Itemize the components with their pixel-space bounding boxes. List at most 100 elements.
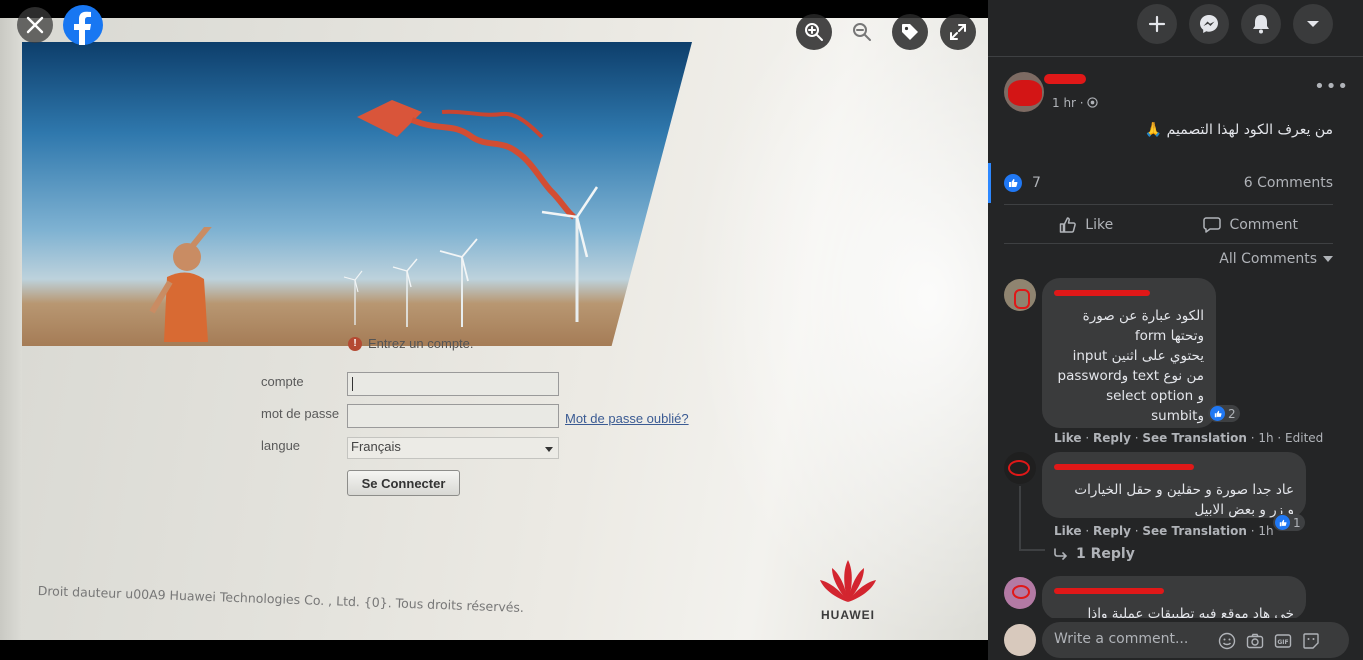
- forgot-password-link[interactable]: Mot de passe oublié?: [565, 411, 689, 426]
- author-name-redacted[interactable]: [1044, 74, 1086, 84]
- language-value: Français: [351, 439, 401, 454]
- reaction-summary[interactable]: 7: [1004, 174, 1041, 192]
- comment-line: و زر و بعض الابيل: [1194, 502, 1294, 518]
- commenter-avatar[interactable]: [1004, 452, 1036, 484]
- my-avatar[interactable]: [1004, 624, 1036, 656]
- comment-reactions[interactable]: 2: [1208, 405, 1240, 422]
- more-options-icon[interactable]: •••: [1314, 76, 1349, 97]
- comment-like-link[interactable]: Like: [1054, 431, 1082, 445]
- comment-label: Comment: [1229, 217, 1299, 233]
- comment-reply-link[interactable]: Reply: [1093, 431, 1131, 445]
- comment-reactions[interactable]: 1: [1273, 514, 1305, 531]
- like-label: Like: [1085, 217, 1114, 233]
- reply-arrow-icon: [1054, 548, 1068, 560]
- like-reaction-icon: [1004, 174, 1022, 192]
- close-icon: [26, 16, 44, 34]
- see-translation-link[interactable]: See Translation: [1142, 524, 1247, 538]
- thread-line: [1019, 486, 1021, 550]
- error-text: Entrez un compte.: [368, 336, 474, 351]
- comment-line: يحتوي على اثنين input: [1072, 348, 1204, 364]
- chevron-down-icon: [545, 447, 553, 452]
- comment-input-placeholder: Write a comment...: [1054, 631, 1189, 647]
- audience-globe-icon: [1087, 97, 1099, 108]
- emoji-icon[interactable]: [1218, 632, 1236, 650]
- fullscreen-button[interactable]: [940, 14, 976, 50]
- thumbs-up-icon: [1279, 519, 1287, 526]
- post-time[interactable]: 1 hr ·: [1052, 96, 1099, 110]
- commenter-name-redacted[interactable]: [1054, 290, 1204, 306]
- focus-indicator: [988, 163, 991, 203]
- tag-icon: [902, 24, 918, 40]
- like-icon: [1060, 217, 1077, 233]
- huawei-wordmark: HUAWEI: [821, 608, 875, 622]
- thumbs-up-icon: [1214, 410, 1222, 417]
- thread-connector: [1019, 549, 1045, 551]
- account-label: compte: [261, 374, 304, 389]
- comment-line: الكود عبارة عن صورة: [1082, 308, 1204, 324]
- plus-icon: [1148, 15, 1166, 33]
- post-text: من يعرف الكود لهذا التصميم 🙏: [1144, 122, 1333, 138]
- comment-line: و select option: [1106, 388, 1204, 404]
- password-field[interactable]: [347, 404, 559, 428]
- see-translation-link[interactable]: See Translation: [1142, 431, 1247, 445]
- commenter-avatar[interactable]: [1004, 279, 1036, 311]
- create-button[interactable]: [1137, 4, 1177, 44]
- sticker-icon[interactable]: [1302, 632, 1320, 650]
- header-actions: [1137, 4, 1333, 44]
- redaction-mark: [1008, 80, 1042, 106]
- comment-time[interactable]: 1h: [1258, 431, 1273, 445]
- photo[interactable]: ! Entrez un compte. compte mot de passe …: [0, 18, 988, 640]
- comment-reply-link[interactable]: Reply: [1093, 524, 1131, 538]
- notifications-button[interactable]: [1241, 4, 1281, 44]
- redaction-mark: [1008, 460, 1030, 476]
- comment-bubble: عاد جدا صورة و حقلين و حقل الخيارات و زر…: [1042, 452, 1306, 518]
- huawei-logo: HUAWEI: [808, 558, 888, 622]
- redaction-mark: [1012, 585, 1030, 599]
- account-menu-button[interactable]: [1293, 4, 1333, 44]
- header-divider: [988, 56, 1363, 57]
- commenter-name-redacted[interactable]: [1054, 588, 1294, 604]
- zoom-in-icon: [805, 23, 823, 41]
- messenger-button[interactable]: [1189, 4, 1229, 44]
- text-caret: [352, 377, 353, 391]
- language-label: langue: [261, 438, 301, 453]
- comment-line: وsumbit: [1151, 408, 1204, 424]
- comment-filter-label: All Comments: [1219, 251, 1317, 267]
- author-avatar[interactable]: [1004, 72, 1044, 112]
- account-field[interactable]: [347, 372, 559, 396]
- login-form: ! Entrez un compte. compte mot de passe …: [0, 18, 988, 640]
- gif-icon[interactable]: GIF: [1274, 632, 1292, 650]
- write-comment-row: Write a comment... GIF: [988, 618, 1363, 660]
- login-button[interactable]: Se Connecter: [347, 470, 460, 496]
- view-replies-link[interactable]: 1 Reply: [1054, 546, 1135, 562]
- comment-time[interactable]: 1h: [1258, 524, 1273, 538]
- language-select[interactable]: Français: [347, 437, 559, 459]
- zoom-out-button[interactable]: [844, 14, 880, 50]
- zoom-in-button[interactable]: [796, 14, 832, 50]
- photo-viewer: ! Entrez un compte. compte mot de passe …: [0, 0, 988, 660]
- commenter-avatar[interactable]: [1004, 577, 1036, 609]
- like-reaction-icon: [1210, 406, 1225, 421]
- commenter-name-redacted[interactable]: [1054, 464, 1294, 480]
- post-panel: 1 hr · ••• من يعرف الكود لهذا التصميم 🙏 …: [988, 0, 1363, 660]
- comment-meta: Like · Reply · See Translation · 1h · Ed…: [1054, 431, 1324, 445]
- comment-line: عاد جدا صورة و حقلين و حقل الخيارات: [1074, 482, 1294, 498]
- comment-filter-dropdown[interactable]: All Comments: [1219, 251, 1333, 267]
- comment-input[interactable]: Write a comment... GIF: [1042, 622, 1349, 658]
- divider: [1004, 204, 1333, 205]
- post-time-text: 1 hr ·: [1052, 96, 1084, 110]
- thumbs-up-icon: [1009, 179, 1018, 187]
- facebook-logo[interactable]: [63, 5, 103, 45]
- comment-like-link[interactable]: Like: [1054, 524, 1082, 538]
- caret-down-icon: [1307, 21, 1319, 27]
- reaction-count: 2: [1228, 406, 1236, 421]
- comments-count[interactable]: 6 Comments: [1244, 175, 1333, 191]
- fullscreen-icon: [950, 24, 966, 40]
- comment-button[interactable]: Comment: [1169, 212, 1334, 238]
- caret-down-icon: [1323, 256, 1333, 262]
- like-button[interactable]: Like: [1004, 212, 1169, 238]
- post-header: 1 hr · •••: [1004, 72, 1349, 118]
- camera-icon[interactable]: [1246, 632, 1264, 650]
- tag-button[interactable]: [892, 14, 928, 50]
- close-button[interactable]: [17, 7, 53, 43]
